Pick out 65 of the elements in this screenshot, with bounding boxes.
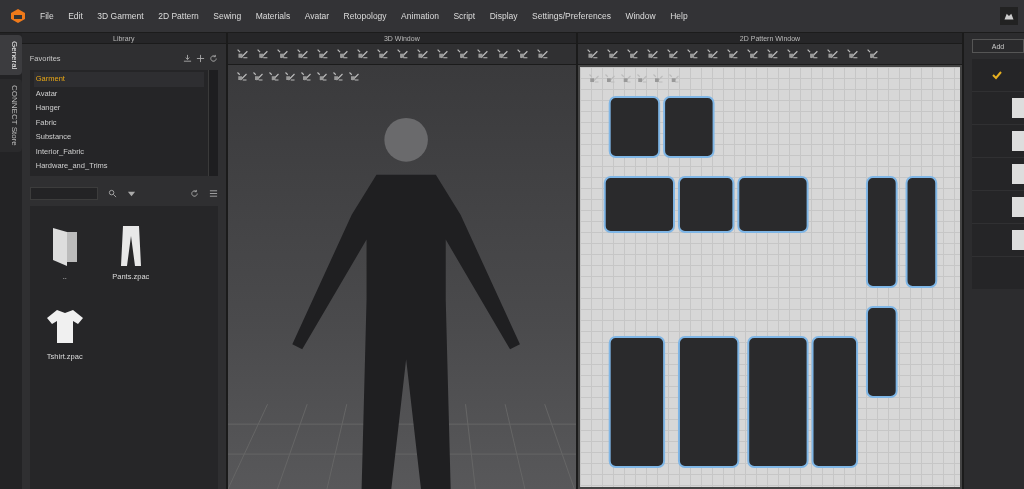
tool-icon[interactable] bbox=[766, 47, 779, 61]
tool-icon[interactable] bbox=[275, 47, 289, 61]
menu-item[interactable]: Sewing bbox=[213, 11, 242, 21]
display-icon[interactable] bbox=[267, 71, 280, 83]
menu-item[interactable]: 2D Pattern bbox=[158, 11, 199, 21]
display-icon[interactable] bbox=[347, 71, 360, 83]
tool-icon[interactable] bbox=[846, 47, 859, 61]
search-icon[interactable] bbox=[107, 189, 117, 198]
tool-icon[interactable] bbox=[826, 47, 839, 61]
tool-icon[interactable] bbox=[415, 47, 429, 61]
tool-icon[interactable] bbox=[355, 47, 369, 61]
plus-icon[interactable] bbox=[195, 53, 205, 63]
menu-item[interactable]: Retopology bbox=[343, 11, 387, 21]
tool-icon[interactable] bbox=[626, 47, 639, 61]
tool-icon[interactable] bbox=[866, 47, 879, 61]
menu-item[interactable]: Script bbox=[453, 11, 476, 21]
refresh-icon[interactable] bbox=[189, 189, 199, 198]
list-view-icon[interactable] bbox=[208, 189, 218, 198]
tool-icon[interactable] bbox=[746, 47, 759, 61]
tool-icon[interactable] bbox=[235, 47, 249, 61]
display-icon[interactable] bbox=[299, 71, 312, 83]
menu-item[interactable]: Materials bbox=[255, 11, 291, 21]
search-field[interactable] bbox=[29, 187, 98, 200]
tool-icon[interactable] bbox=[455, 47, 469, 61]
menu-item[interactable]: Help bbox=[670, 11, 688, 21]
menu-item[interactable]: Settings/Preferences bbox=[532, 11, 611, 21]
tool-icon[interactable] bbox=[726, 47, 739, 61]
tool-icon[interactable] bbox=[706, 47, 719, 61]
tool-icon[interactable] bbox=[435, 47, 449, 61]
tool-icon[interactable] bbox=[806, 47, 819, 61]
tool-icon[interactable] bbox=[686, 47, 699, 61]
tool-icon[interactable] bbox=[786, 47, 799, 61]
tool-icon[interactable] bbox=[375, 47, 389, 61]
tool-icon[interactable] bbox=[295, 47, 309, 61]
tool-icon[interactable] bbox=[395, 47, 409, 61]
download-icon[interactable] bbox=[182, 53, 192, 63]
tool-icon[interactable] bbox=[475, 47, 489, 61]
refresh-icon[interactable] bbox=[208, 53, 218, 63]
menu-item[interactable]: Edit bbox=[68, 11, 83, 21]
tool-icon[interactable] bbox=[515, 47, 529, 61]
tool-icon[interactable] bbox=[586, 47, 599, 61]
display-icon[interactable] bbox=[235, 71, 248, 83]
menu-item[interactable]: 3D Garment bbox=[97, 11, 144, 21]
menu-item[interactable]: Avatar bbox=[304, 11, 330, 21]
tool-icon[interactable] bbox=[335, 47, 349, 61]
display-icon[interactable] bbox=[283, 71, 296, 83]
menu-item[interactable]: File bbox=[40, 11, 54, 21]
tool-icon[interactable] bbox=[255, 47, 269, 61]
scrollbar[interactable] bbox=[207, 70, 218, 176]
tool-icon[interactable] bbox=[315, 47, 329, 61]
display-icon[interactable] bbox=[315, 71, 328, 83]
tool-icon[interactable] bbox=[495, 47, 509, 61]
display-icon[interactable] bbox=[331, 71, 344, 83]
menu-item[interactable]: Window bbox=[625, 11, 656, 21]
tool-icon[interactable] bbox=[646, 47, 659, 61]
tool-icon[interactable] bbox=[535, 47, 549, 61]
menu-item[interactable]: Display bbox=[489, 11, 518, 21]
dropdown-arrow-icon[interactable] bbox=[126, 189, 136, 198]
side-tab[interactable]: CONNECT Store bbox=[0, 79, 22, 153]
menu-item[interactable]: Animation bbox=[401, 11, 439, 21]
tool-icon[interactable] bbox=[606, 47, 619, 61]
cube-logo-icon bbox=[10, 8, 26, 24]
side-tab[interactable]: General bbox=[0, 35, 22, 76]
tool-icon[interactable] bbox=[666, 47, 679, 61]
display-icon[interactable] bbox=[251, 71, 264, 83]
